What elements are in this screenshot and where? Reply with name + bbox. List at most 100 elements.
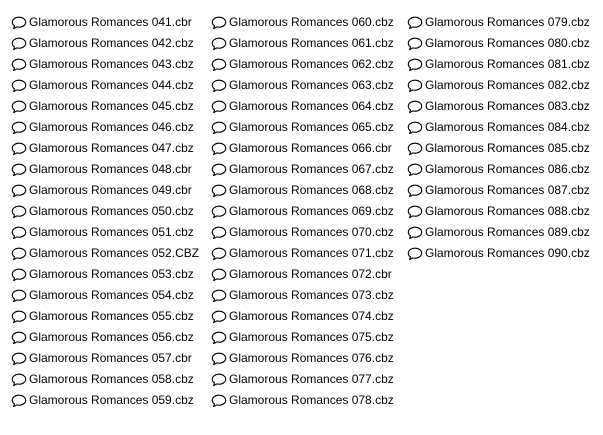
file-item[interactable]: Glamorous Romances 049.cbr (11, 180, 199, 201)
file-item[interactable]: Glamorous Romances 075.cbz (211, 327, 394, 348)
file-item[interactable]: Glamorous Romances 074.cbz (211, 306, 394, 327)
file-item[interactable]: Glamorous Romances 086.cbz (407, 159, 590, 180)
speech-bubble-icon (11, 184, 27, 198)
file-item[interactable]: Glamorous Romances 046.cbz (11, 117, 199, 138)
file-name: Glamorous Romances 049.cbr (29, 183, 192, 197)
file-item[interactable]: Glamorous Romances 053.cbz (11, 264, 199, 285)
speech-bubble-icon (11, 79, 27, 93)
file-item[interactable]: Glamorous Romances 084.cbz (407, 117, 590, 138)
file-name: Glamorous Romances 078.cbz (229, 393, 394, 407)
file-name: Glamorous Romances 058.cbz (29, 372, 194, 386)
file-item[interactable]: Glamorous Romances 071.cbz (211, 243, 394, 264)
speech-bubble-icon (407, 37, 423, 51)
file-name: Glamorous Romances 066.cbr (229, 141, 392, 155)
file-item[interactable]: Glamorous Romances 042.cbz (11, 33, 199, 54)
file-item[interactable]: Glamorous Romances 066.cbr (211, 138, 394, 159)
file-name: Glamorous Romances 079.cbz (425, 15, 590, 29)
file-name: Glamorous Romances 044.cbz (29, 78, 194, 92)
file-item[interactable]: Glamorous Romances 044.cbz (11, 75, 199, 96)
speech-bubble-icon (407, 247, 423, 261)
file-item[interactable]: Glamorous Romances 063.cbz (211, 75, 394, 96)
file-item[interactable]: Glamorous Romances 051.cbz (11, 222, 199, 243)
file-name: Glamorous Romances 083.cbz (425, 99, 590, 113)
speech-bubble-icon (211, 289, 227, 303)
file-name: Glamorous Romances 056.cbz (29, 330, 194, 344)
speech-bubble-icon (407, 58, 423, 72)
file-item[interactable]: Glamorous Romances 076.cbz (211, 348, 394, 369)
file-item[interactable]: Glamorous Romances 089.cbz (407, 222, 590, 243)
file-item[interactable]: Glamorous Romances 088.cbz (407, 201, 590, 222)
file-name: Glamorous Romances 057.cbr (29, 351, 192, 365)
file-item[interactable]: Glamorous Romances 041.cbr (11, 12, 199, 33)
file-item[interactable]: Glamorous Romances 054.cbz (11, 285, 199, 306)
file-item[interactable]: Glamorous Romances 058.cbz (11, 369, 199, 390)
file-item[interactable]: Glamorous Romances 079.cbz (407, 12, 590, 33)
file-item[interactable]: Glamorous Romances 087.cbz (407, 180, 590, 201)
file-item[interactable]: Glamorous Romances 045.cbz (11, 96, 199, 117)
file-item[interactable]: Glamorous Romances 078.cbz (211, 390, 394, 411)
file-column: Glamorous Romances 041.cbr Glamorous Rom… (11, 12, 199, 411)
speech-bubble-icon (211, 58, 227, 72)
file-item[interactable]: Glamorous Romances 062.cbz (211, 54, 394, 75)
file-name: Glamorous Romances 068.cbz (229, 183, 394, 197)
file-name: Glamorous Romances 087.cbz (425, 183, 590, 197)
speech-bubble-icon (407, 226, 423, 240)
file-name: Glamorous Romances 076.cbz (229, 351, 394, 365)
file-item[interactable]: Glamorous Romances 055.cbz (11, 306, 199, 327)
file-item[interactable]: Glamorous Romances 065.cbz (211, 117, 394, 138)
file-item[interactable]: Glamorous Romances 085.cbz (407, 138, 590, 159)
file-item[interactable]: Glamorous Romances 060.cbz (211, 12, 394, 33)
speech-bubble-icon (407, 79, 423, 93)
file-item[interactable]: Glamorous Romances 043.cbz (11, 54, 199, 75)
file-name: Glamorous Romances 054.cbz (29, 288, 194, 302)
file-item[interactable]: Glamorous Romances 072.cbr (211, 264, 394, 285)
file-name: Glamorous Romances 067.cbz (229, 162, 394, 176)
speech-bubble-icon (211, 16, 227, 30)
speech-bubble-icon (407, 142, 423, 156)
speech-bubble-icon (211, 310, 227, 324)
speech-bubble-icon (211, 163, 227, 177)
file-name: Glamorous Romances 051.cbz (29, 225, 194, 239)
file-item[interactable]: Glamorous Romances 069.cbz (211, 201, 394, 222)
file-item[interactable]: Glamorous Romances 050.cbz (11, 201, 199, 222)
file-item[interactable]: Glamorous Romances 090.cbz (407, 243, 590, 264)
file-item[interactable]: Glamorous Romances 061.cbz (211, 33, 394, 54)
file-name: Glamorous Romances 041.cbr (29, 15, 192, 29)
speech-bubble-icon (11, 310, 27, 324)
file-item[interactable]: Glamorous Romances 059.cbz (11, 390, 199, 411)
speech-bubble-icon (211, 373, 227, 387)
file-item[interactable]: Glamorous Romances 073.cbz (211, 285, 394, 306)
file-name: Glamorous Romances 089.cbz (425, 225, 590, 239)
file-item[interactable]: Glamorous Romances 052.CBZ (11, 243, 199, 264)
file-column: Glamorous Romances 060.cbz Glamorous Rom… (211, 12, 394, 411)
file-item[interactable]: Glamorous Romances 081.cbz (407, 54, 590, 75)
speech-bubble-icon (11, 163, 27, 177)
file-name: Glamorous Romances 088.cbz (425, 204, 590, 218)
file-name: Glamorous Romances 053.cbz (29, 267, 194, 281)
file-item[interactable]: Glamorous Romances 048.cbr (11, 159, 199, 180)
speech-bubble-icon (211, 121, 227, 135)
file-item[interactable]: Glamorous Romances 056.cbz (11, 327, 199, 348)
file-item[interactable]: Glamorous Romances 057.cbr (11, 348, 199, 369)
file-name: Glamorous Romances 055.cbz (29, 309, 194, 323)
speech-bubble-icon (407, 163, 423, 177)
file-item[interactable]: Glamorous Romances 068.cbz (211, 180, 394, 201)
file-item[interactable]: Glamorous Romances 082.cbz (407, 75, 590, 96)
speech-bubble-icon (211, 100, 227, 114)
speech-bubble-icon (407, 121, 423, 135)
speech-bubble-icon (11, 58, 27, 72)
file-item[interactable]: Glamorous Romances 077.cbz (211, 369, 394, 390)
speech-bubble-icon (11, 37, 27, 51)
file-item[interactable]: Glamorous Romances 067.cbz (211, 159, 394, 180)
file-name: Glamorous Romances 048.cbr (29, 162, 192, 176)
speech-bubble-icon (11, 247, 27, 261)
file-name: Glamorous Romances 064.cbz (229, 99, 394, 113)
file-name: Glamorous Romances 063.cbz (229, 78, 394, 92)
file-item[interactable]: Glamorous Romances 083.cbz (407, 96, 590, 117)
speech-bubble-icon (11, 289, 27, 303)
file-item[interactable]: Glamorous Romances 080.cbz (407, 33, 590, 54)
file-item[interactable]: Glamorous Romances 047.cbz (11, 138, 199, 159)
file-item[interactable]: Glamorous Romances 070.cbz (211, 222, 394, 243)
file-item[interactable]: Glamorous Romances 064.cbz (211, 96, 394, 117)
speech-bubble-icon (407, 205, 423, 219)
